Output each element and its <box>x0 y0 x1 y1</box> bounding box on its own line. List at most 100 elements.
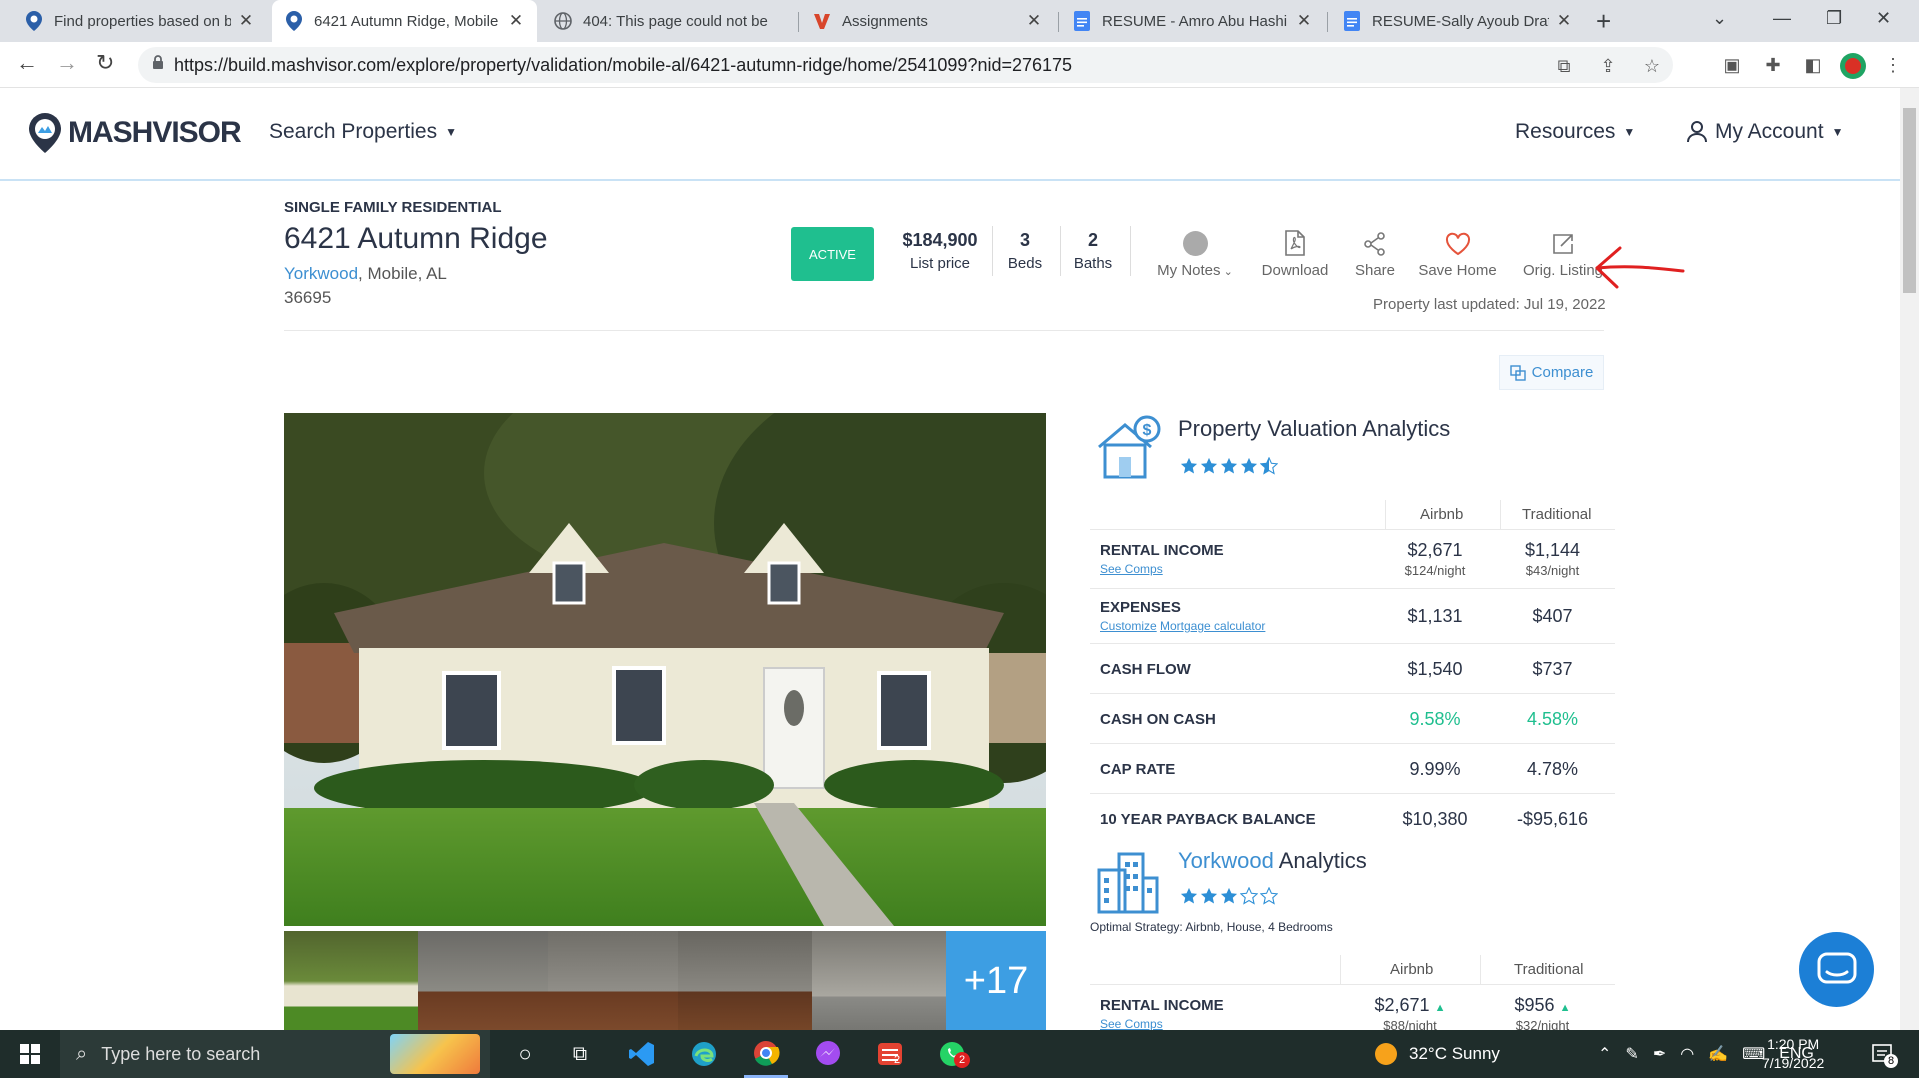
compare-button[interactable]: Compare <box>1499 355 1604 390</box>
chevron-down-icon: ▼ <box>1831 125 1844 139</box>
vscode-icon[interactable] <box>620 1030 664 1078</box>
red-annotation-arrow <box>1595 246 1685 289</box>
save-home-button[interactable]: Save Home <box>1415 228 1500 279</box>
minimize-button[interactable]: — <box>1773 8 1791 29</box>
extensions-puzzle-icon[interactable]: ✚ <box>1762 54 1784 76</box>
wifi-icon[interactable]: ◠ <box>1680 1044 1694 1064</box>
customize-link[interactable]: Customize <box>1100 619 1157 633</box>
taskbar-clock[interactable]: 1:20 PM 7/19/2022 <box>1762 1035 1824 1073</box>
translate-icon[interactable]: ⧉ <box>1553 55 1575 77</box>
weather-widget[interactable]: 32°C Sunny <box>1375 1030 1500 1078</box>
chat-button[interactable] <box>1799 932 1874 1007</box>
globe-icon <box>553 11 573 31</box>
tab-assignments[interactable]: Assignments ✕ <box>800 0 1055 42</box>
property-main-photo[interactable] <box>284 413 1046 926</box>
property-zip: 36695 <box>284 288 332 307</box>
tab-resume-sally[interactable]: RESUME-Sally Ayoub Draft ✕ <box>1330 0 1585 42</box>
close-tab-icon[interactable]: ✕ <box>1555 11 1573 31</box>
divider <box>284 330 1604 331</box>
neighborhood-link[interactable]: Yorkwood <box>284 264 358 283</box>
tab-find-properties[interactable]: Find properties based on be ✕ <box>12 0 267 42</box>
windows-start-button[interactable] <box>10 1030 50 1078</box>
chrome-icon[interactable] <box>744 1030 788 1078</box>
forward-button[interactable]: → <box>56 50 78 76</box>
restore-button[interactable]: ❐ <box>1826 8 1842 29</box>
back-button[interactable]: ← <box>16 50 38 76</box>
see-comps-link[interactable]: See Comps <box>1100 562 1163 576</box>
todoist-badge: 2 <box>894 1054 901 1066</box>
side-panel-icon[interactable]: ◧ <box>1802 54 1824 76</box>
tab-404[interactable]: 404: This page could not be <box>541 0 796 42</box>
thumbnail-interior[interactable] <box>418 931 548 1031</box>
thumbnail-interior[interactable] <box>548 931 678 1031</box>
bookmark-star-icon[interactable]: ☆ <box>1641 55 1663 77</box>
star-full-icon <box>1180 887 1198 904</box>
mashvisor-logo[interactable]: MASHVISOR <box>28 112 242 154</box>
close-window-button[interactable]: ✕ <box>1876 8 1891 29</box>
my-account-menu[interactable]: My Account ▼ <box>1687 120 1843 144</box>
share-button[interactable]: Share <box>1350 228 1400 279</box>
task-view-icon[interactable]: ⧉ <box>560 1030 600 1078</box>
cortana-icon[interactable]: ○ <box>505 1030 545 1078</box>
pen-icon[interactable]: ✎ <box>1625 1044 1638 1064</box>
taskbar-search[interactable]: ⌕ Type here to search <box>60 1030 490 1078</box>
feather-icon[interactable]: ✒ <box>1653 1044 1666 1064</box>
external-link-icon <box>1553 234 1573 254</box>
notification-center[interactable]: 8 <box>1862 1030 1902 1078</box>
notes-avatar-icon <box>1182 231 1208 256</box>
status-badge: ACTIVE <box>791 227 874 281</box>
photo-thumbnails: +17 <box>284 931 1046 1031</box>
profile-avatar[interactable] <box>1840 53 1866 79</box>
property-type: SINGLE FAMILY RESIDENTIAL <box>284 199 502 216</box>
tab-resume-amro[interactable]: RESUME - Amro Abu Hashi ✕ <box>1060 0 1325 42</box>
reload-button[interactable]: ↻ <box>96 50 114 76</box>
chevron-up-icon[interactable]: ⌃ <box>1598 1044 1611 1064</box>
neighborhood-table-header: Airbnb Traditional <box>1090 955 1615 985</box>
star-empty-icon <box>1260 887 1278 905</box>
address-bar[interactable]: https://build.mashvisor.com/explore/prop… <box>138 47 1673 83</box>
mashvisor-favicon-icon <box>24 11 44 31</box>
thumbnail-exterior[interactable] <box>284 931 418 1031</box>
share-page-icon[interactable]: ⇪ <box>1597 55 1619 77</box>
site-header: MASHVISOR Search Properties ▼ Resources ▼ … <box>0 88 1900 181</box>
todoist-icon[interactable]: 2 <box>868 1030 912 1078</box>
messenger-icon[interactable] <box>806 1030 850 1078</box>
property-address: 6421 Autumn Ridge <box>284 222 548 255</box>
divider <box>992 226 993 276</box>
page-scrollbar[interactable] <box>1900 88 1919 1030</box>
search-properties-menu[interactable]: Search Properties ▼ <box>269 120 457 144</box>
thumbnail-interior[interactable] <box>678 931 812 1031</box>
pva-title: Property Valuation Analytics <box>1178 416 1451 441</box>
share-icon <box>1364 232 1385 256</box>
more-photos-button[interactable]: +17 <box>946 931 1046 1031</box>
trend-up-icon: ▲ <box>1434 1002 1446 1014</box>
svg-text:$: $ <box>1143 422 1152 439</box>
download-button[interactable]: Download <box>1255 228 1335 279</box>
browser-toolbar: ← → ↻ https://build.mashvisor.com/explor… <box>0 42 1919 88</box>
mortgage-calculator-link[interactable]: Mortgage calculator <box>1160 619 1265 633</box>
thumbnail-interior[interactable] <box>812 931 946 1031</box>
edge-icon[interactable] <box>682 1030 726 1078</box>
property-location: Yorkwood, Mobile, AL <box>284 264 447 283</box>
whatsapp-icon[interactable]: 2 <box>930 1030 974 1078</box>
tab-autumn-ridge[interactable]: 6421 Autumn Ridge, Mobile ✕ <box>272 0 537 42</box>
resources-menu[interactable]: Resources ▼ <box>1515 120 1635 144</box>
scrollbar-thumb[interactable] <box>1903 108 1916 293</box>
close-tab-icon[interactable]: ✕ <box>1025 11 1043 31</box>
heart-icon <box>1445 232 1470 256</box>
neighborhood-link[interactable]: Yorkwood <box>1178 848 1274 873</box>
close-tab-icon[interactable]: ✕ <box>237 11 255 31</box>
windows-taskbar: ⌕ Type here to search ○ ⧉ 2 2 32°C Sunny… <box>0 1030 1919 1078</box>
user-icon <box>1687 121 1707 143</box>
my-notes-button[interactable]: My Notes ⌄ <box>1150 228 1240 279</box>
touchpad-icon[interactable]: ✍ <box>1708 1044 1728 1064</box>
cast-icon[interactable]: ▣ <box>1721 54 1743 76</box>
close-tab-icon[interactable]: ✕ <box>507 11 525 31</box>
see-comps-link[interactable]: See Comps <box>1100 1017 1163 1031</box>
close-tab-icon[interactable]: ✕ <box>1295 11 1313 31</box>
browser-menu-icon[interactable]: ⋮ <box>1882 54 1904 76</box>
list-price: $184,900 List price <box>902 230 978 272</box>
row-expenses: EXPENSES Customize Mortgage calculator $… <box>1090 589 1615 644</box>
tab-search-chevron-icon[interactable]: ⌄ <box>1712 8 1727 29</box>
new-tab-button[interactable]: + <box>1596 6 1611 37</box>
